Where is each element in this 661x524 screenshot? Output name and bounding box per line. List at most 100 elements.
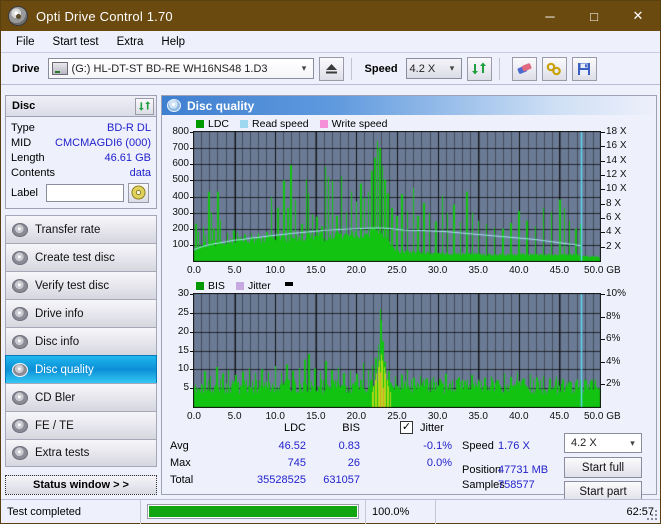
progress-cell	[141, 499, 366, 524]
y-tick-mark	[190, 164, 193, 165]
app-icon	[8, 6, 28, 26]
speed-select[interactable]: 4.2 X ▾	[405, 58, 462, 79]
window-buttons: ─ □ ✕	[528, 1, 660, 31]
y-axis-tick-right: 4%	[606, 355, 621, 367]
erase-button[interactable]	[511, 56, 537, 81]
speed-select-value: 4.2 X	[409, 62, 436, 75]
menu-item-start-test[interactable]: Start test	[44, 34, 108, 50]
check-icon: ✓	[401, 421, 412, 433]
resize-grip[interactable]	[645, 508, 657, 520]
stats-max-bis: 26	[347, 457, 360, 469]
y-axis-tick-right: 16 X	[606, 140, 627, 152]
status-window-button[interactable]: Status window > >	[5, 475, 157, 495]
disc-row-type: Type BD-R DL	[11, 120, 151, 135]
chart-bottom: 5 10 15 20 25 30 2% 4% 6% 8% 10% 0.0 5.0 10.0 15.0 20.0…	[162, 288, 656, 425]
close-button[interactable]: ✕	[616, 1, 660, 31]
y-axis-tick-left: 500	[172, 174, 189, 186]
disc-quality-panel: Disc quality LDC Read speed Write speed …	[161, 95, 657, 502]
stats-speed-select-value: 4.2 X	[571, 437, 597, 449]
y-tick-mark	[601, 218, 605, 219]
disc-length-label: Length	[11, 151, 45, 164]
y-axis-tick-left: 15	[177, 344, 189, 356]
y-tick-mark	[190, 245, 193, 246]
disc-row-contents: Contents data	[11, 165, 151, 180]
x-axis-tick: 30.0	[427, 265, 448, 276]
sidebar-item-extra-tests[interactable]: Extra tests	[5, 439, 157, 467]
y-tick-mark	[190, 294, 193, 295]
menu-item-extra[interactable]: Extra	[108, 34, 153, 50]
sidebar-item-disc-quality[interactable]: Disc quality	[5, 355, 157, 383]
chart-bottom-canvas[interactable]	[193, 293, 601, 408]
chevron-down-icon: ▾	[449, 63, 455, 73]
start-full-button[interactable]: Start full	[564, 457, 642, 478]
x-axis-tick: 40.0	[509, 265, 529, 276]
y-tick-mark	[190, 148, 193, 149]
y-axis-tick-left: 10	[177, 363, 189, 375]
menu-item-file[interactable]: File	[7, 34, 44, 50]
legend-swatch-write-speed	[319, 119, 328, 128]
disc-contents-label: Contents	[11, 166, 56, 179]
x-axis-tick: 10.0	[265, 265, 285, 276]
toolbar: Drive (G:) HL-DT-ST BD-RE WH16NS48 1.D3 …	[1, 53, 660, 85]
disc-icon	[12, 306, 28, 321]
y-tick-mark	[601, 384, 605, 385]
y-tick-mark	[190, 229, 193, 230]
x-axis-tick: 10.0	[265, 411, 285, 422]
stats-samples-value: 758577	[498, 479, 535, 491]
minimize-button[interactable]: ─	[528, 1, 572, 31]
stats-panel: LDC BIS ✓ Jitter Avg 46.52 0.83 -0.1% Ma…	[162, 421, 656, 502]
stats-speed-select[interactable]: 4.2 X ▾	[564, 433, 642, 453]
y-axis-tick-left: 25	[177, 306, 189, 318]
disc-icon	[12, 362, 28, 377]
sidebar-item-fe-te[interactable]: FE / TE	[5, 411, 157, 439]
x-axis-tick: 50.0 GB	[584, 411, 621, 422]
disc-icon	[12, 278, 28, 293]
y-tick-mark	[601, 339, 605, 340]
sidebar-item-cd-bler[interactable]: CD Bler	[5, 383, 157, 411]
disc-group-header: Disc	[5, 95, 157, 116]
sidebar-item-label: Extra tests	[35, 447, 90, 459]
y-tick-mark	[601, 189, 605, 190]
y-axis-tick-right: 8 X	[606, 197, 622, 209]
menu-item-help[interactable]: Help	[152, 34, 194, 50]
progress-fill	[149, 506, 357, 517]
sidebar-item-verify-test-disc[interactable]: Verify test disc	[5, 271, 157, 299]
eject-button[interactable]	[318, 56, 344, 81]
drive-label: Drive	[12, 62, 40, 75]
refresh-button[interactable]	[466, 56, 492, 81]
tools-icon	[546, 62, 561, 75]
sidebar-item-create-test-disc[interactable]: Create test disc	[5, 243, 157, 271]
sidebar-item-drive-info[interactable]: Drive info	[5, 299, 157, 327]
sidebar-item-label: Create test disc	[35, 251, 115, 264]
sidebar-item-disc-info[interactable]: Disc info	[5, 327, 157, 355]
disc-refresh-button[interactable]	[135, 97, 154, 115]
y-axis-tick-left: 20	[177, 325, 189, 337]
disc-label-button[interactable]	[127, 182, 149, 203]
title-bar: Opti Drive Control 1.70 ─ □ ✕	[1, 1, 660, 31]
sidebar-item-transfer-rate[interactable]: Transfer rate	[5, 215, 157, 243]
stats-row-max-label: Max	[170, 457, 191, 469]
jitter-checkbox[interactable]: ✓	[400, 421, 413, 434]
chevron-down-icon: ▾	[301, 63, 307, 73]
chart-top-canvas[interactable]	[193, 131, 601, 262]
disc-row-label: Label	[11, 182, 151, 203]
chart-top: 100 200 300 400 500 600 700 800 2 X 4 X 6 X 8 X 10 X…	[162, 126, 656, 280]
maximize-button[interactable]: □	[572, 1, 616, 31]
disc-label-input[interactable]	[45, 183, 124, 202]
legend-label-ldc: LDC	[208, 117, 230, 130]
drive-select[interactable]: (G:) HL-DT-ST BD-RE WH16NS48 1.D3 ▾	[47, 58, 314, 79]
y-tick-mark	[190, 351, 193, 352]
drive-icon	[51, 62, 68, 75]
y-axis-tick-right: 10%	[606, 288, 627, 299]
nav-list: Transfer rate Create test disc Verify te…	[5, 215, 157, 467]
y-axis-tick-left: 800	[172, 126, 189, 137]
y-tick-mark	[190, 197, 193, 198]
legend-label-jitter: Jitter	[247, 280, 271, 292]
tools-button[interactable]	[541, 56, 567, 81]
refresh-icon	[138, 101, 151, 111]
save-button[interactable]	[571, 56, 597, 81]
y-axis-tick-left: 5	[183, 382, 189, 394]
y-axis-tick-right: 6%	[606, 333, 621, 345]
disc-type-label: Type	[11, 121, 35, 134]
y-tick-mark	[601, 175, 605, 176]
